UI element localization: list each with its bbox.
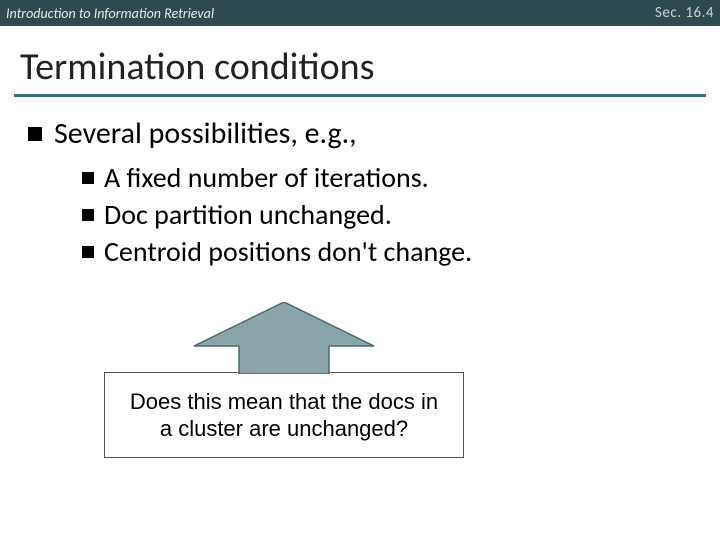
- callout-group: Does this mean that the docs in a cluste…: [94, 302, 474, 458]
- header-section-label: Sec. 16.4: [655, 4, 714, 22]
- bullet-level2: Doc partition unchanged.: [82, 197, 700, 232]
- bullet-level2: Centroid positions don't change.: [82, 234, 700, 269]
- square-bullet-icon: [82, 246, 94, 258]
- slide: Introduction to Information Retrieval Se…: [0, 0, 720, 540]
- up-arrow-icon: [184, 302, 384, 374]
- callout-box: Does this mean that the docs in a cluste…: [104, 372, 464, 458]
- bullet-text: A fixed number of iterations.: [104, 160, 429, 195]
- square-bullet-icon: [82, 209, 94, 221]
- content-area: Several possibilities, e.g., A fixed num…: [0, 97, 720, 269]
- square-bullet-icon: [28, 127, 42, 141]
- bullet-text: Several possibilities, e.g.,: [54, 115, 357, 152]
- callout-text: Does this mean that the docs in a cluste…: [129, 388, 439, 443]
- sub-bullet-list: A fixed number of iterations. Doc partit…: [82, 160, 700, 269]
- bullet-text: Centroid positions don't change.: [104, 234, 472, 269]
- header-bar: Introduction to Information Retrieval Se…: [0, 0, 720, 26]
- bullet-level2: A fixed number of iterations.: [82, 160, 700, 195]
- bullet-text: Doc partition unchanged.: [104, 197, 392, 232]
- square-bullet-icon: [82, 172, 94, 184]
- header-course-title: Introduction to Information Retrieval: [6, 5, 214, 22]
- slide-title: Termination conditions: [20, 44, 720, 90]
- bullet-level1: Several possibilities, e.g.,: [28, 115, 700, 152]
